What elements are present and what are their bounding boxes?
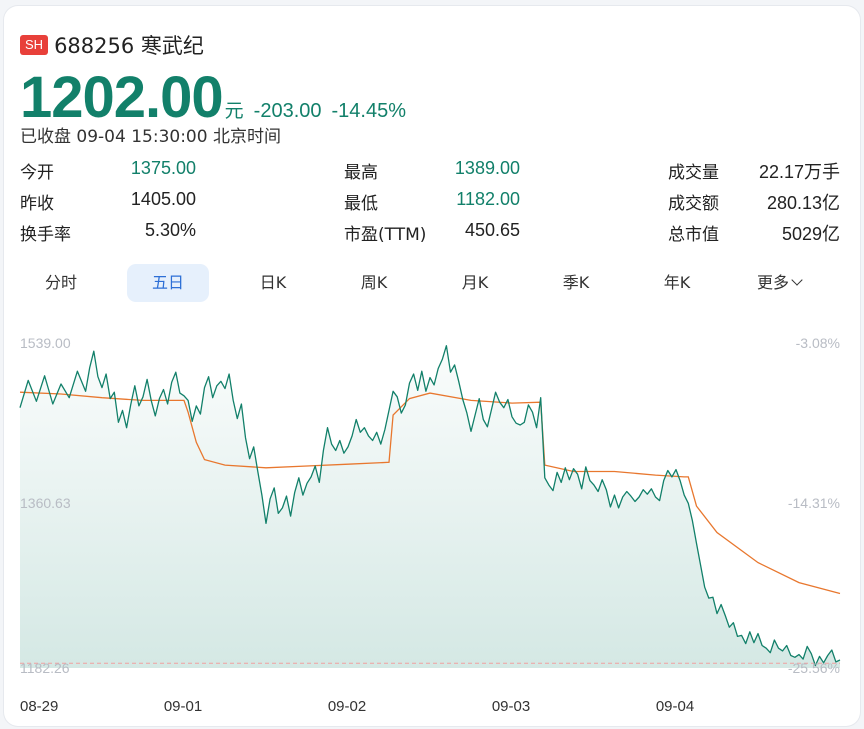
stat-value: 1405.00 [130,189,196,209]
price-change: -203.00 [253,100,322,122]
x-tick-label: 09-01 [164,698,202,715]
stat-value: 22.17万手 [758,162,840,182]
stat-label: 总市值 [668,225,719,245]
stat-label: 最低 [344,194,378,214]
stat-label: 成交额 [668,194,719,214]
y-tick-label-right: -3.08% [796,335,840,351]
x-tick-label: 09-02 [328,698,366,715]
stat-value: 5029亿 [781,224,840,244]
x-tick-label: 09-04 [656,698,694,715]
market-status: 已收盘 09-04 15:30:00 北京时间 [20,127,281,147]
stat-value: 1389.00 [454,158,520,178]
quote-card: SH 688256 寒武纪 1202.00 元 -203.00 -14.45% … [4,6,860,726]
stats-grid: 今开 1375.00 最高 1389.00 成交量 22.17万手 昨收 140… [20,158,840,254]
chevron-down-icon [791,274,803,286]
price-row: 1202.00 元 -203.00 -14.45% [20,64,406,131]
period-tabs: 分时 五日 日K 周K 月K 季K 年K 更多 [20,264,850,302]
exchange-badge: SH [20,35,49,55]
tab-yearly-k[interactable]: 年K [636,264,718,302]
tab-five-day[interactable]: 五日 [127,264,209,302]
price-unit: 元 [224,100,244,122]
price-change-pct: -14.45% [331,100,407,122]
tab-daily-k[interactable]: 日K [232,264,314,302]
x-tick-label: 08-29 [20,698,58,715]
tab-weekly-k[interactable]: 周K [333,264,415,302]
stat-label: 今开 [20,163,54,183]
stock-title: 688256 寒武纪 [54,34,204,58]
tab-intraday[interactable]: 分时 [20,264,102,302]
stat-value: 450.65 [464,220,520,240]
tab-more[interactable]: 更多 [738,264,820,302]
stat-label: 昨收 [20,194,54,214]
stat-value: 1182.00 [456,189,520,209]
x-tick-label: 09-03 [492,698,530,715]
current-price: 1202.00 [20,65,224,130]
stat-label: 换手率 [20,225,71,245]
y-tick-label-right: -25.56% [788,660,840,676]
stat-label: 成交量 [668,163,719,183]
tab-quarterly-k[interactable]: 季K [535,264,617,302]
y-tick-label-left: 1360.63 [20,495,71,511]
y-tick-label-right: -14.31% [788,495,840,511]
stat-value: 5.30% [144,220,196,240]
tab-monthly-k[interactable]: 月K [434,264,516,302]
y-tick-label-left: 1182.26 [20,660,70,676]
stat-value: 1375.00 [130,158,196,178]
five-day-chart[interactable]: 1539.00 1360.63 1182.26 -3.08% -14.31% -25.56… [4,306,860,726]
stock-header: SH 688256 寒武纪 [20,30,204,60]
stat-value: 280.13亿 [766,193,840,213]
stat-label: 最高 [344,163,378,183]
y-tick-label-left: 1539.00 [20,335,71,351]
tab-more-label: 更多 [756,273,789,292]
